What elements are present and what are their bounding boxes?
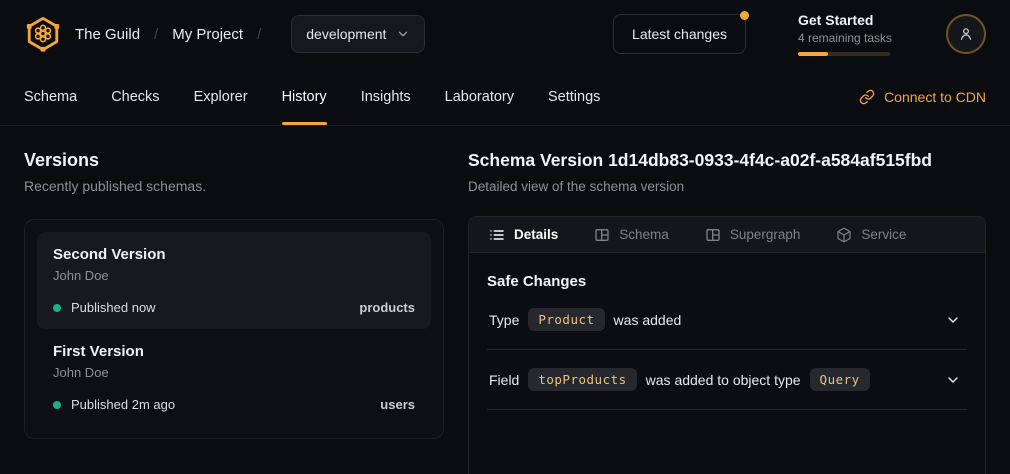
detail-tab-schema[interactable]: Schema xyxy=(594,227,669,243)
chevron-down-icon[interactable] xyxy=(945,312,965,328)
change-prefix: Type xyxy=(489,312,519,328)
user-avatar[interactable] xyxy=(946,14,986,54)
link-icon xyxy=(859,89,875,105)
change-middle: was added to object type xyxy=(646,372,801,388)
version-name: Second Version xyxy=(53,246,415,263)
published-status-dot xyxy=(53,304,61,312)
version-card-second[interactable]: Second Version John Doe Published now pr… xyxy=(37,232,431,329)
breadcrumb-separator: / xyxy=(154,26,158,43)
version-service: users xyxy=(380,397,415,412)
code-chip: Product xyxy=(528,308,604,331)
version-name: First Version xyxy=(53,343,415,360)
tab-settings[interactable]: Settings xyxy=(548,68,600,125)
breadcrumb-separator: / xyxy=(257,26,261,43)
tab-checks[interactable]: Checks xyxy=(111,68,159,125)
change-prefix: Field xyxy=(489,372,519,388)
version-author: John Doe xyxy=(53,365,415,380)
detail-tab-label: Details xyxy=(514,227,558,242)
breadcrumb-org[interactable]: The Guild xyxy=(75,26,140,43)
versions-list: Second Version John Doe Published now pr… xyxy=(24,219,444,439)
schema-version-subtitle: Detailed view of the schema version xyxy=(468,179,986,194)
project-nav: Schema Checks Explorer History Insights … xyxy=(0,68,1010,126)
change-row-type-added[interactable]: Type Product was added xyxy=(487,290,967,350)
version-service: products xyxy=(359,300,415,315)
detail-tabs: Details Schema Sup xyxy=(469,217,985,253)
get-started-widget[interactable]: Get Started 4 remaining tasks xyxy=(798,12,898,56)
tab-laboratory[interactable]: Laboratory xyxy=(445,68,514,125)
get-started-progressbar xyxy=(798,52,890,56)
version-author: John Doe xyxy=(53,268,415,283)
header-right: Latest changes Get Started 4 remaining t… xyxy=(613,12,986,56)
detail-tab-label: Schema xyxy=(619,227,669,242)
chevron-down-icon[interactable] xyxy=(945,372,965,388)
versions-column: Versions Recently published schemas. Sec… xyxy=(24,150,444,474)
hive-logo-icon[interactable] xyxy=(24,15,62,53)
chevron-down-icon xyxy=(396,27,410,41)
breadcrumb-project[interactable]: My Project xyxy=(172,26,243,43)
notification-dot xyxy=(740,11,749,20)
tab-history[interactable]: History xyxy=(282,68,327,125)
main-content: Versions Recently published schemas. Sec… xyxy=(0,126,1010,474)
schema-version-detail-panel: Details Schema Sup xyxy=(468,216,986,474)
change-suffix: was added xyxy=(614,312,682,328)
latest-changes-label: Latest changes xyxy=(632,26,727,42)
tab-explorer[interactable]: Explorer xyxy=(194,68,248,125)
tab-insights[interactable]: Insights xyxy=(361,68,411,125)
target-selector-dropdown[interactable]: development xyxy=(291,15,425,53)
list-icon xyxy=(489,227,505,243)
get-started-title: Get Started xyxy=(798,12,898,28)
version-status: Published now xyxy=(71,300,156,315)
get-started-subtitle: 4 remaining tasks xyxy=(798,31,898,45)
published-status-dot xyxy=(53,401,61,409)
columns-icon xyxy=(705,227,721,243)
target-selector-value: development xyxy=(306,26,386,42)
latest-changes-button[interactable]: Latest changes xyxy=(613,14,746,54)
cube-icon xyxy=(836,227,852,243)
columns-icon xyxy=(594,227,610,243)
version-card-first[interactable]: First Version John Doe Published 2m ago … xyxy=(37,329,431,426)
code-chip: topProducts xyxy=(528,368,636,391)
code-chip: Query xyxy=(810,368,870,391)
connect-to-cdn-link[interactable]: Connect to CDN xyxy=(859,68,986,125)
change-row-field-added[interactable]: Field topProducts was added to object ty… xyxy=(487,350,967,410)
detail-tab-label: Service xyxy=(861,227,906,242)
connect-to-cdn-label: Connect to CDN xyxy=(884,89,986,105)
detail-tab-label: Supergraph xyxy=(730,227,801,242)
nav-tabs: Schema Checks Explorer History Insights … xyxy=(24,68,600,125)
version-status: Published 2m ago xyxy=(71,397,175,412)
get-started-progress-fill xyxy=(798,52,828,56)
version-footer: Published 2m ago users xyxy=(53,397,415,412)
versions-title: Versions xyxy=(24,150,444,171)
app-header: The Guild / My Project / development Lat… xyxy=(0,0,1010,68)
versions-subtitle: Recently published schemas. xyxy=(24,178,444,194)
detail-tab-service[interactable]: Service xyxy=(836,227,906,243)
detail-tab-supergraph[interactable]: Supergraph xyxy=(705,227,801,243)
person-icon xyxy=(957,25,975,43)
detail-tab-details[interactable]: Details xyxy=(489,227,558,243)
safe-changes-heading: Safe Changes xyxy=(487,273,967,290)
detail-content: Safe Changes Type Product was added Fiel… xyxy=(469,253,985,410)
schema-version-title: Schema Version 1d14db83-0933-4f4c-a02f-a… xyxy=(468,150,986,171)
schema-version-column: Schema Version 1d14db83-0933-4f4c-a02f-a… xyxy=(468,150,986,474)
version-footer: Published now products xyxy=(53,300,415,315)
tab-schema[interactable]: Schema xyxy=(24,68,77,125)
